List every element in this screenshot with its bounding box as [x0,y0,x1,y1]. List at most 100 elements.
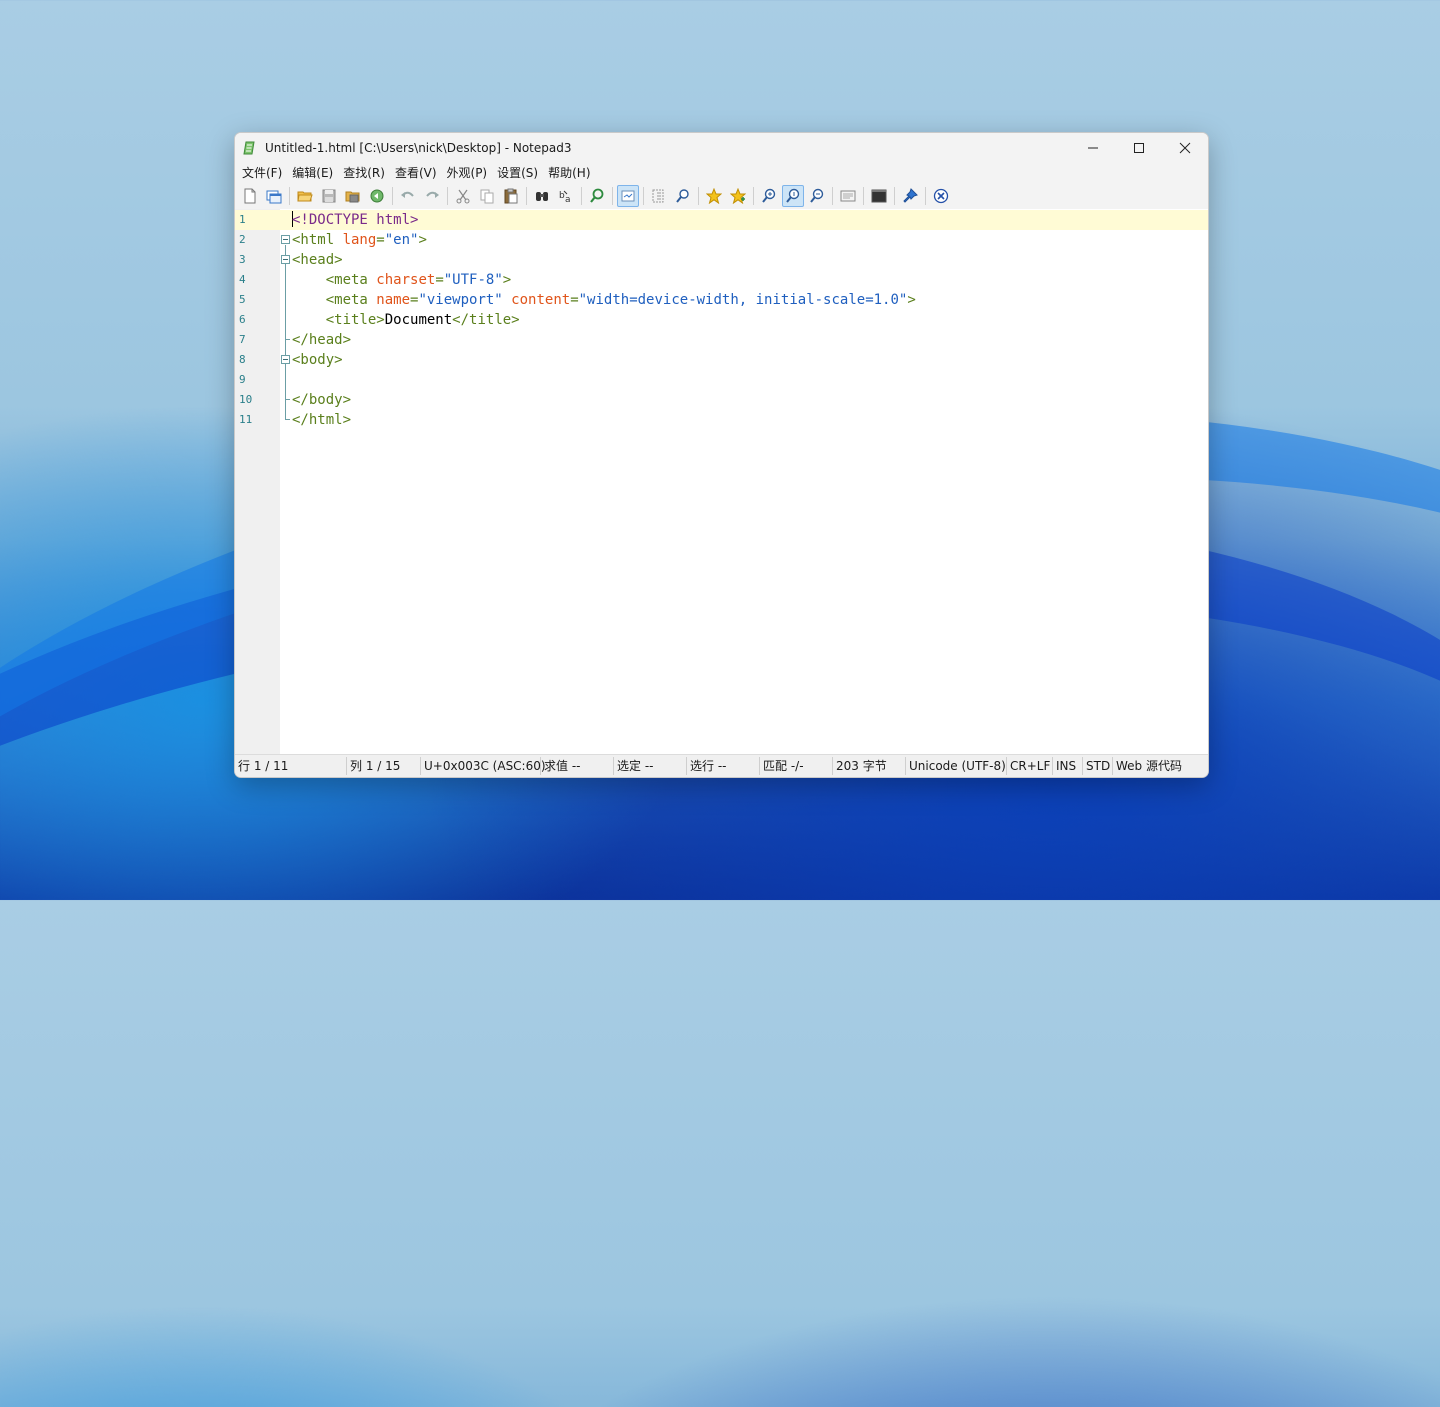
code-token: <body> [292,352,343,368]
title-bar[interactable]: Untitled-1.html [C:\Users\nick\Desktop] … [235,133,1208,163]
cut-icon [456,189,470,204]
paste-button[interactable] [500,185,522,207]
undo-button[interactable] [397,185,419,207]
redo-button[interactable] [421,185,443,207]
terminal-button[interactable] [868,185,890,207]
status-bytes[interactable]: 203 字节 [833,757,906,775]
open-icon [297,191,313,202]
line-code: <head> [292,250,343,270]
code-line[interactable]: 10 </body> [235,390,1208,410]
line-code: <meta name="viewport" content="width=dev… [292,290,916,310]
line-number: 1 [239,213,246,226]
code-line[interactable]: 2 <html lang="en"> [235,230,1208,250]
copy-button[interactable] [476,185,498,207]
menu-bar: 文件(F) 编辑(E) 查找(R) 查看(V) 外观(P) 设置(S) 帮助(H… [235,163,1208,183]
line-number: 11 [239,413,253,426]
code-line[interactable]: 5 <meta name="viewport" content="width=d… [235,290,1208,310]
menu-help[interactable]: 帮助(H) [543,163,595,183]
code-token: "UTF-8" [443,272,503,288]
maximize-button[interactable] [1116,133,1162,163]
code-line[interactable]: 9 [235,370,1208,390]
code-line[interactable]: 4 <meta charset="UTF-8"> [235,270,1208,290]
status-std[interactable]: STD [1083,757,1113,775]
menu-edit[interactable]: 编辑(E) [287,163,338,183]
code-line[interactable]: 1 <!DOCTYPE html> [235,210,1208,230]
status-match[interactable]: 匹配 -/- [760,757,833,775]
code-line[interactable]: 8 <body> [235,350,1208,370]
revert-button[interactable] [366,185,388,207]
code-token: name [376,292,411,308]
status-char-code[interactable]: U+0x003C (ASC:60) [421,757,546,775]
page-setup-icon [840,190,856,202]
fold-toggle[interactable] [281,235,290,244]
new-file-button[interactable] [239,185,261,207]
status-line[interactable]: 行 1 / 11 [235,757,347,775]
line-number: 10 [239,393,253,406]
new-window-icon [266,190,282,204]
pin-button[interactable] [899,185,921,207]
select-all-icon [652,189,664,203]
status-bar: 行 1 / 11 列 1 / 15 U+0x003C (ASC:60) 求值 -… [235,754,1208,777]
word-wrap-button[interactable] [617,185,639,207]
zoom-find-button[interactable] [672,185,694,207]
status-sum[interactable]: 求值 -- [541,757,614,775]
exit-button[interactable] [930,185,952,207]
toolbar-separator [612,187,613,205]
menu-view[interactable]: 查看(V) [390,163,442,183]
status-encoding[interactable]: Unicode (UTF-8) [906,757,1007,775]
page-setup-button[interactable] [837,185,859,207]
revert-icon [370,189,384,203]
notepad3-app-icon [243,141,255,155]
line-number: 6 [239,313,246,326]
goto-button[interactable] [586,185,608,207]
minimize-icon [1088,147,1098,149]
select-all-button[interactable] [648,185,670,207]
status-selected[interactable]: 选定 -- [614,757,687,775]
save-button[interactable] [318,185,340,207]
open-button[interactable] [294,185,316,207]
line-number: 4 [239,273,246,286]
find-button[interactable] [531,185,553,207]
code-token: <!DOCTYPE html> [292,212,419,228]
add-favorite-button[interactable] [727,185,749,207]
cut-button[interactable] [452,185,474,207]
zoom-out-button[interactable] [806,185,828,207]
close-button[interactable] [1162,133,1208,163]
toolbar: ba [235,183,1208,210]
menu-find[interactable]: 查找(R) [338,163,390,183]
save-as-icon [345,191,360,203]
replace-button[interactable]: ba [555,185,577,207]
zoom-in-button[interactable] [758,185,780,207]
fold-toggle[interactable] [281,255,290,264]
toolbar-separator [581,187,582,205]
toolbar-separator [863,187,864,205]
zoom-reset-button[interactable] [782,185,804,207]
new-window-button[interactable] [263,185,285,207]
fold-toggle[interactable] [281,355,290,364]
status-lexer[interactable]: Web 源代码 [1113,757,1185,775]
status-selected-lines[interactable]: 选行 -- [687,757,760,775]
minimize-button[interactable] [1070,133,1116,163]
status-eol[interactable]: CR+LF [1007,757,1053,775]
paste-icon [504,188,518,204]
code-line[interactable]: 7 </head> [235,330,1208,350]
menu-settings[interactable]: 设置(S) [492,163,543,183]
code-token: > [907,292,916,308]
code-line[interactable]: 3 <head> [235,250,1208,270]
editor-area[interactable]: 1 <!DOCTYPE html> 2 <html lang="en"> 3 <head>… [235,209,1208,755]
code-line[interactable]: 11 </html> [235,410,1208,430]
menu-file[interactable]: 文件(F) [237,163,287,183]
favorite-button[interactable] [703,185,725,207]
line-code: <body> [292,350,343,370]
menu-appearance[interactable]: 外观(P) [442,163,493,183]
code-token: = [376,232,385,248]
code-line[interactable]: 6 <title>Document</title> [235,310,1208,330]
status-ins[interactable]: INS [1053,757,1083,775]
line-code: <!DOCTYPE html> [292,210,418,230]
status-column[interactable]: 列 1 / 15 [347,757,421,775]
code-token: "en" [384,232,419,248]
code-token: > [502,272,512,288]
save-as-button[interactable] [342,185,364,207]
